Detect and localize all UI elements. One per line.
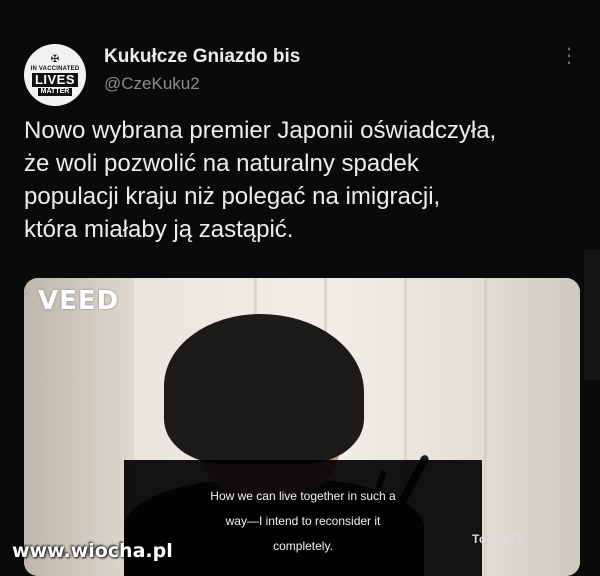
tweet-card: ✠ IN VACCINATED LIVES MATTER Kukułcze Gn… xyxy=(0,0,600,576)
tweet-text-line: populacji kraju niż polegać na imigracji… xyxy=(24,183,441,210)
avatar-top-text: IN VACCINATED xyxy=(30,65,80,72)
syringe-icon: ✠ xyxy=(50,53,60,65)
avatar[interactable]: ✠ IN VACCINATED LIVES MATTER xyxy=(24,44,86,106)
tweet-text: Nowo wybrana premier Japonii oświadczyła… xyxy=(24,114,584,246)
tweet-text-line: która miałaby ją zastąpić. xyxy=(24,216,294,243)
author-display-name[interactable]: Kukułcze Gniazdo bis xyxy=(104,46,300,68)
author-handle[interactable]: @CzeKuku2 xyxy=(104,74,200,94)
subtitle-line: How we can live together in such a xyxy=(210,489,396,503)
tweet-text-line: Nowo wybrana premier Japonii oświadczyła… xyxy=(24,117,497,144)
veed-watermark: VEED xyxy=(38,286,120,316)
subtitle-line: way—I intend to reconsider it xyxy=(225,514,381,528)
speaker-hair xyxy=(164,314,364,464)
video-subtitles: How we can live together in such a way—I… xyxy=(124,460,482,576)
avatar-bottom-text: MATTER xyxy=(37,87,73,96)
more-horizontal-icon[interactable]: ⋮ xyxy=(559,46,579,66)
video-media[interactable]: VEED How we can live together in such a … xyxy=(24,278,580,576)
tweet-text-line: że woli pozwolić na naturalny spadek xyxy=(24,150,419,177)
site-watermark: www.wiocha.pl xyxy=(12,540,173,562)
video-curtain xyxy=(24,278,134,576)
subtitle-line: completely. xyxy=(273,539,333,553)
scrollbar[interactable] xyxy=(584,250,600,380)
channel-logo: TokyoTV xyxy=(472,532,526,546)
avatar-main-text: LIVES xyxy=(31,72,79,87)
